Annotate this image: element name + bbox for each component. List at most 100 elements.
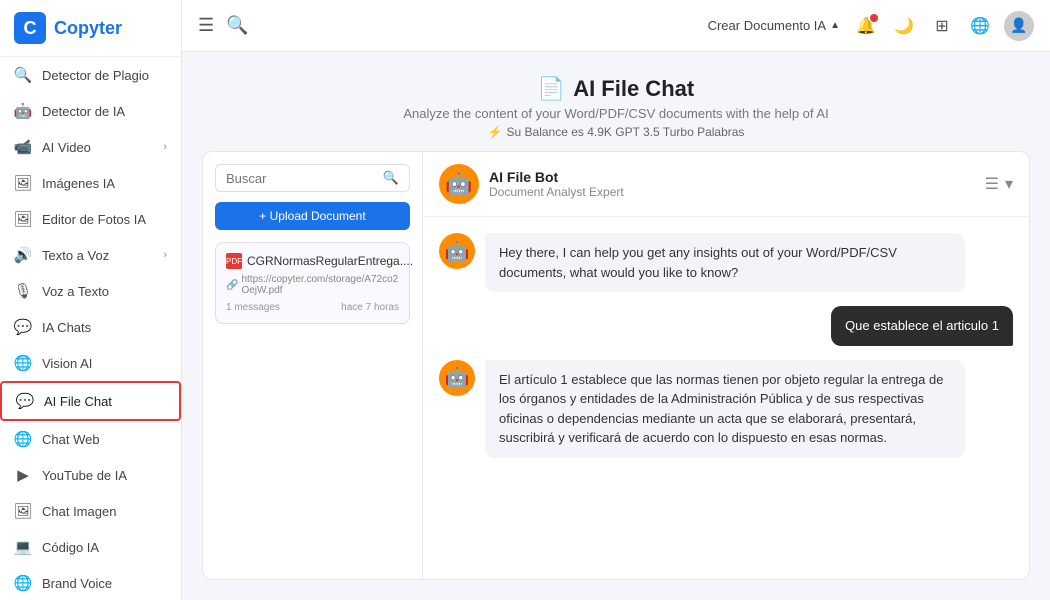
document-card[interactable]: PDF CGRNormasRegularEntrega.... 🔗 https:… xyxy=(215,242,410,324)
notifications-icon[interactable]: 🔔 xyxy=(852,12,880,40)
sidebar-item-brand-voice[interactable]: 🌐 Brand Voice xyxy=(0,565,181,600)
sidebar-label-vision-ai: Vision AI xyxy=(42,356,92,371)
chat-left-panel: 🔍 + Upload Document PDF CGRNormasRegular… xyxy=(203,152,423,579)
doc-time: hace 7 horas xyxy=(341,302,399,313)
sidebar-item-youtube-ia[interactable]: ▶ YouTube de IA xyxy=(0,457,181,493)
doc-url: 🔗 https://copyter.com/storage/A72co2OejW… xyxy=(226,274,399,296)
topbar-icons: 🔔 🌙 ⊞ 🌐 👤 xyxy=(852,11,1034,41)
messages-area: 🤖 Hey there, I can help you get any insi… xyxy=(423,217,1029,579)
sidebar-label-codigo-ia: Código IA xyxy=(42,540,99,555)
bot-message-0: Hey there, I can help you get any insigh… xyxy=(485,233,965,292)
bot-avatar-icon: 🤖 xyxy=(445,171,472,197)
sidebar-item-detector-plagio[interactable]: 🔍 Detector de Plagio xyxy=(0,57,181,93)
sidebar-label-chat-imagen: Chat Imagen xyxy=(42,504,116,519)
main-area: ☰ 🔍 Crear Documento IA ▲ 🔔 🌙 ⊞ 🌐 👤 📄 AI … xyxy=(182,0,1050,600)
sidebar-icon-texto-voz: 🔊 xyxy=(14,246,32,264)
sidebar: C Copyter 🔍 Detector de Plagio 🤖 Detecto… xyxy=(0,0,182,600)
language-icon[interactable]: 🌐 xyxy=(966,12,994,40)
notif-dot xyxy=(870,14,878,22)
sidebar-icon-chat-web: 🌐 xyxy=(14,430,32,448)
file-icon: 📄 xyxy=(538,76,565,102)
doc-title-row: PDF CGRNormasRegularEntrega.... xyxy=(226,253,399,269)
sidebar-icon-chat-imagen: 🖼 xyxy=(14,502,32,520)
sidebar-label-ia-chats: IA Chats xyxy=(42,320,91,335)
message-row-1: Que establece el articulo 1 xyxy=(439,306,1013,346)
page-title: 📄 AI File Chat xyxy=(182,76,1050,102)
chat-header: 🤖 AI File Bot Document Analyst Expert ☰ … xyxy=(423,152,1029,217)
chat-right-panel: 🤖 AI File Bot Document Analyst Expert ☰ … xyxy=(423,152,1029,579)
sidebar-icon-editor-fotos: 🖼 xyxy=(14,210,32,228)
expand-icon[interactable]: ⊞ xyxy=(928,12,956,40)
page-subtitle: Analyze the content of your Word/PDF/CSV… xyxy=(182,106,1050,121)
topbar: ☰ 🔍 Crear Documento IA ▲ 🔔 🌙 ⊞ 🌐 👤 xyxy=(182,0,1050,52)
sidebar-label-ai-file-chat: AI File Chat xyxy=(44,394,112,409)
sidebar-icon-youtube-ia: ▶ xyxy=(14,466,32,484)
sidebar-item-ai-file-chat[interactable]: 💬 AI File Chat xyxy=(0,381,181,421)
sidebar-icon-brand-voice: 🌐 xyxy=(14,574,32,592)
page-header: 📄 AI File Chat Analyze the content of yo… xyxy=(182,52,1050,151)
message-row-2: 🤖 El artículo 1 establece que las normas… xyxy=(439,360,1013,458)
sidebar-item-editor-fotos[interactable]: 🖼 Editor de Fotos IA xyxy=(0,201,181,237)
logo-icon: C xyxy=(14,12,46,44)
arrow-icon: › xyxy=(163,249,167,261)
sidebar-item-voz-texto[interactable]: 🎙 Voz a Texto xyxy=(0,273,181,309)
search-icon[interactable]: 🔍 xyxy=(226,15,248,36)
sidebar-item-ai-video[interactable]: 📹 AI Video › xyxy=(0,129,181,165)
menu-dots-icon[interactable]: ☰ xyxy=(985,174,999,194)
sidebar-label-youtube-ia: YouTube de IA xyxy=(42,468,127,483)
chat-container: 🔍 + Upload Document PDF CGRNormasRegular… xyxy=(202,151,1030,580)
sidebar-icon-detector-plagio: 🔍 xyxy=(14,66,32,84)
upload-document-btn[interactable]: + Upload Document xyxy=(215,202,410,230)
search-icon-small: 🔍 xyxy=(383,170,399,186)
sidebar-item-chat-imagen[interactable]: 🖼 Chat Imagen xyxy=(0,493,181,529)
search-input[interactable] xyxy=(226,171,377,186)
sidebar-icon-voz-texto: 🎙 xyxy=(14,282,32,300)
sidebar-label-texto-voz: Texto a Voz xyxy=(42,248,109,263)
doc-messages: 1 messages xyxy=(226,302,280,313)
sidebar-label-voz-texto: Voz a Texto xyxy=(42,284,109,299)
chevron-down-icon[interactable]: ▾ xyxy=(1005,174,1013,194)
sidebar-icon-codigo-ia: 💻 xyxy=(14,538,32,556)
sidebar-label-editor-fotos: Editor de Fotos IA xyxy=(42,212,146,227)
sidebar-item-codigo-ia[interactable]: 💻 Código IA xyxy=(0,529,181,565)
sidebar-label-detector-ia: Detector de IA xyxy=(42,104,125,119)
sidebar-item-vision-ai[interactable]: 🌐 Vision AI xyxy=(0,345,181,381)
sidebar-icon-detector-ia: 🤖 xyxy=(14,102,32,120)
sidebar-label-ai-video: AI Video xyxy=(42,140,91,155)
logo-text: Copyter xyxy=(54,18,122,39)
sidebar-item-chat-web[interactable]: 🌐 Chat Web xyxy=(0,421,181,457)
bot-info: AI File Bot Document Analyst Expert xyxy=(489,169,975,199)
bot-message-2: El artículo 1 establece que las normas t… xyxy=(485,360,965,458)
sidebar-label-chat-web: Chat Web xyxy=(42,432,100,447)
crear-documento-btn[interactable]: Crear Documento IA ▲ xyxy=(708,18,840,33)
sidebar-icon-ia-chats: 💬 xyxy=(14,318,32,336)
sidebar-item-ia-chats[interactable]: 💬 IA Chats xyxy=(0,309,181,345)
bot-avatar: 🤖 xyxy=(439,164,479,204)
content: 📄 AI File Chat Analyze the content of yo… xyxy=(182,52,1050,600)
sidebar-icon-vision-ai: 🌐 xyxy=(14,354,32,372)
avatar[interactable]: 👤 xyxy=(1004,11,1034,41)
sidebar-item-imagenes-ia[interactable]: 🖼 Imágenes IA xyxy=(0,165,181,201)
bot-msg-avatar: 🤖 xyxy=(439,233,475,269)
chat-header-actions: ☰ ▾ xyxy=(985,174,1013,194)
sidebar-label-detector-plagio: Detector de Plagio xyxy=(42,68,149,83)
pdf-icon: PDF xyxy=(226,253,242,269)
arrow-icon: › xyxy=(163,141,167,153)
search-box: 🔍 xyxy=(215,164,410,192)
menu-icon[interactable]: ☰ xyxy=(198,15,214,36)
sidebar-item-detector-ia[interactable]: 🤖 Detector de IA xyxy=(0,93,181,129)
message-row-0: 🤖 Hey there, I can help you get any insi… xyxy=(439,233,1013,292)
user-message-1: Que establece el articulo 1 xyxy=(831,306,1013,346)
bot-msg-avatar: 🤖 xyxy=(439,360,475,396)
doc-meta: 1 messages hace 7 horas xyxy=(226,302,399,313)
bot-name: AI File Bot xyxy=(489,169,975,185)
dark-mode-icon[interactable]: 🌙 xyxy=(890,12,918,40)
sidebar-label-brand-voice: Brand Voice xyxy=(42,576,112,591)
sidebar-label-imagenes-ia: Imágenes IA xyxy=(42,176,115,191)
balance-info: ⚡ Su Balance es 4.9K GPT 3.5 Turbo Palab… xyxy=(182,125,1050,139)
logo-area: C Copyter xyxy=(0,0,181,57)
sidebar-item-texto-voz[interactable]: 🔊 Texto a Voz › xyxy=(0,237,181,273)
sidebar-items: 🔍 Detector de Plagio 🤖 Detector de IA 📹 … xyxy=(0,57,181,600)
sidebar-icon-ai-file-chat: 💬 xyxy=(16,392,34,410)
sidebar-icon-imagenes-ia: 🖼 xyxy=(14,174,32,192)
